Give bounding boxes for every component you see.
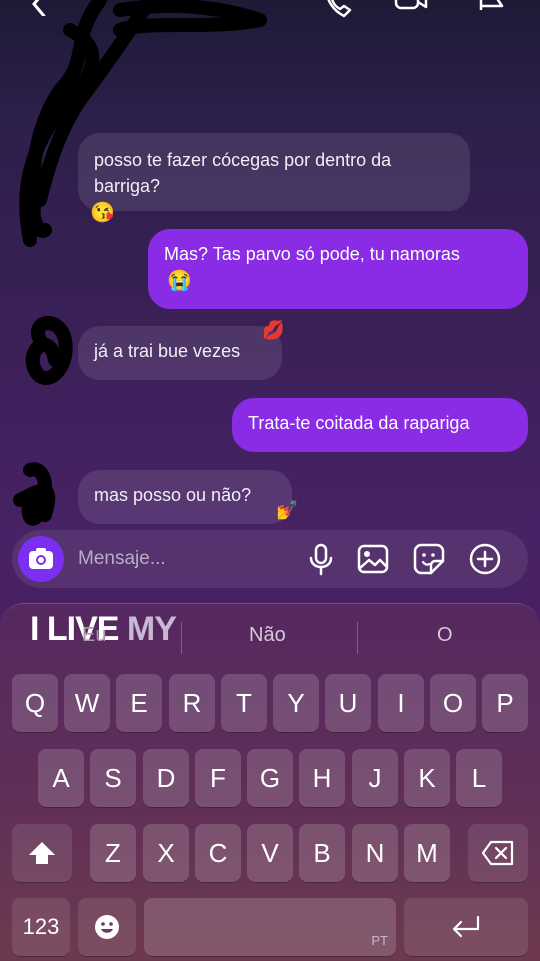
video-call-icon[interactable] bbox=[394, 0, 428, 20]
key[interactable]: C bbox=[195, 824, 241, 882]
key[interactable]: L bbox=[456, 749, 502, 807]
key[interactable]: S bbox=[90, 749, 136, 807]
suggestion-2[interactable]: Não bbox=[249, 624, 286, 647]
key[interactable]: V bbox=[247, 824, 293, 882]
key[interactable]: F bbox=[195, 749, 241, 807]
backspace-icon bbox=[481, 840, 514, 866]
message-text: posso te fazer cócegas por dentro da bar… bbox=[94, 150, 392, 196]
crying-emoji: 😭 bbox=[167, 270, 192, 292]
emoji-key[interactable] bbox=[78, 898, 136, 956]
shift-key[interactable] bbox=[12, 824, 72, 882]
key[interactable]: E bbox=[116, 674, 162, 732]
suggestion-divider bbox=[181, 622, 182, 654]
key[interactable]: Z bbox=[90, 824, 136, 882]
key[interactable]: J bbox=[352, 749, 398, 807]
return-icon bbox=[452, 915, 480, 938]
message-text: Mas? Tas parvo só pode, tu namoras bbox=[164, 244, 460, 264]
flag-icon[interactable] bbox=[476, 0, 510, 20]
keyboard: I LIVE MY Eu Não O Q W E R T Y U I O P A… bbox=[0, 603, 540, 961]
key[interactable]: U bbox=[325, 674, 371, 732]
kiss-emoji: 😘 bbox=[90, 202, 115, 224]
language-indicator: PT bbox=[371, 933, 388, 948]
message-incoming[interactable]: mas posso ou não? bbox=[78, 470, 292, 524]
suggestion-1[interactable]: Eu bbox=[82, 624, 106, 647]
microphone-icon[interactable] bbox=[304, 542, 338, 576]
key[interactable]: G bbox=[247, 749, 293, 807]
key[interactable]: R bbox=[169, 674, 215, 732]
space-key[interactable]: PT bbox=[144, 898, 396, 956]
key[interactable]: H bbox=[299, 749, 345, 807]
key[interactable]: X bbox=[143, 824, 189, 882]
key[interactable]: W bbox=[64, 674, 110, 732]
gallery-icon[interactable] bbox=[356, 542, 390, 576]
camera-icon bbox=[29, 548, 53, 569]
message-text: mas posso ou não? bbox=[94, 485, 252, 505]
add-icon[interactable] bbox=[468, 542, 502, 576]
key[interactable]: A bbox=[38, 749, 84, 807]
message-composer: Mensaje... bbox=[12, 530, 528, 588]
key[interactable]: M bbox=[404, 824, 450, 882]
key[interactable]: I bbox=[378, 674, 424, 732]
key[interactable]: D bbox=[143, 749, 189, 807]
message-incoming[interactable]: posso te fazer cócegas por dentro da bar… bbox=[78, 133, 470, 211]
key[interactable]: B bbox=[299, 824, 345, 882]
message-outgoing[interactable]: Trata-te coitada da rapariga bbox=[232, 398, 528, 452]
shift-icon bbox=[29, 842, 55, 864]
camera-button[interactable] bbox=[18, 536, 64, 582]
suggestion-divider bbox=[357, 622, 358, 654]
key[interactable]: T bbox=[221, 674, 267, 732]
message-text: já a trai bue vezes bbox=[94, 341, 241, 361]
smiley-icon bbox=[95, 915, 119, 939]
key[interactable]: Y bbox=[273, 674, 319, 732]
return-key[interactable] bbox=[404, 898, 528, 956]
numbers-key[interactable]: 123 bbox=[12, 898, 70, 956]
back-arrow-icon[interactable] bbox=[28, 0, 50, 16]
message-text: Trata-te coitada da rapariga bbox=[248, 413, 470, 433]
message-input[interactable]: Mensaje... bbox=[78, 548, 166, 570]
lips-reaction-icon: 💋 bbox=[262, 320, 285, 340]
phone-icon[interactable] bbox=[322, 0, 356, 20]
key[interactable]: N bbox=[352, 824, 398, 882]
nail-polish-reaction-icon: 💅 bbox=[276, 500, 299, 520]
chat-header bbox=[0, 0, 540, 50]
message-outgoing[interactable]: Mas? Tas parvo só pode, tu namoras bbox=[148, 229, 528, 309]
key[interactable]: Q bbox=[12, 674, 58, 732]
message-incoming[interactable]: já a trai bue vezes bbox=[78, 326, 282, 380]
sticker-icon[interactable] bbox=[412, 542, 446, 576]
suggestion-3[interactable]: O bbox=[437, 624, 453, 647]
key[interactable]: P bbox=[482, 674, 528, 732]
backspace-key[interactable] bbox=[468, 824, 528, 882]
key[interactable]: O bbox=[430, 674, 476, 732]
key[interactable]: K bbox=[404, 749, 450, 807]
